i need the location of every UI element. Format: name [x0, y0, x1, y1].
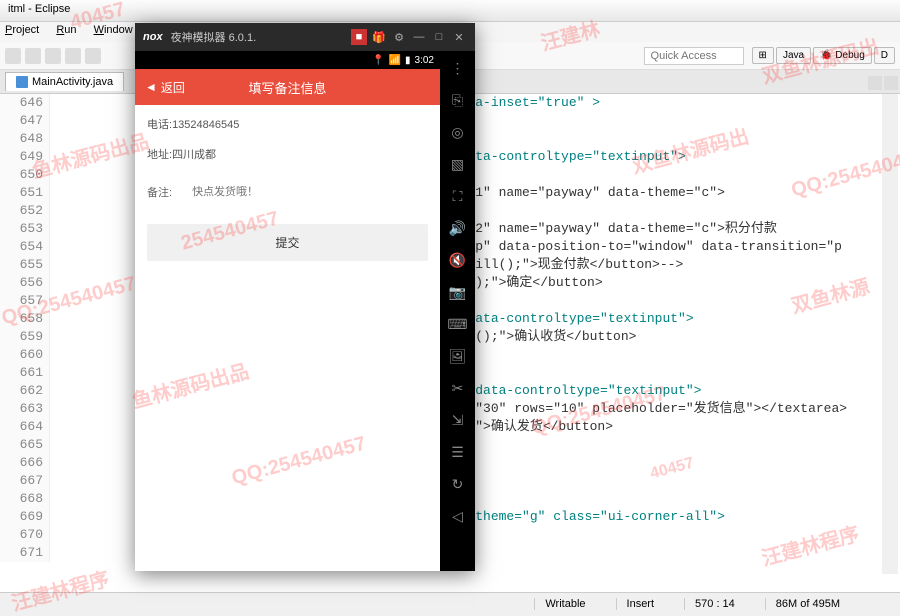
perspective-debug[interactable]: 🐞 Debug	[813, 47, 872, 64]
toolbar-icon[interactable]	[85, 48, 101, 64]
back-button[interactable]: ◄ 返回	[145, 79, 185, 96]
tab-label: MainActivity.java	[32, 76, 113, 88]
emulator-title: 夜神模拟器 6.0.1.	[171, 29, 257, 45]
phone-info: 电话:13524846545	[147, 117, 428, 135]
side-volume-icon[interactable]: 🔊	[449, 219, 467, 237]
status-insert: Insert	[616, 598, 655, 610]
status-bar: Writable Insert 570 : 14 86M of 495M	[0, 592, 900, 614]
side-more-icon[interactable]: ⋮	[449, 59, 467, 77]
side-keyboard-icon[interactable]: ⌨	[449, 315, 467, 333]
side-pad-icon[interactable]: ▧	[449, 155, 467, 173]
status-position: 570 : 14	[684, 598, 735, 610]
quick-access-input[interactable]	[644, 47, 744, 65]
submit-button[interactable]: 提交	[147, 224, 428, 261]
menu-window[interactable]: Window	[94, 24, 133, 36]
signal-icon: 📶	[389, 55, 401, 66]
window-title: itml - Eclipse	[8, 3, 70, 15]
address-info: 地址:四川成都	[147, 147, 428, 165]
tab-mainactivity[interactable]: MainActivity.java	[5, 72, 124, 91]
status-memory: 86M of 495M	[765, 598, 840, 610]
back-arrow-icon: ◄	[145, 80, 157, 94]
line-number-gutter: 6466476486496506516526536546556566576586…	[0, 94, 50, 562]
emulator-sidebar: ⋮ ⎘ ◎ ▧ ⛶ 🔊 🔇 📷 ⌨ 🖼 ✂ ⇲ ☰ ↻ ◁	[440, 51, 475, 571]
app-page-title: 填写备注信息	[248, 78, 326, 97]
editor-icon[interactable]	[868, 76, 882, 90]
toolbar-icon[interactable]	[25, 48, 41, 64]
side-back-icon[interactable]: ◁	[449, 507, 467, 525]
back-label: 返回	[161, 79, 185, 96]
perspective-d[interactable]: D	[874, 47, 895, 64]
side-mute-icon[interactable]: 🔇	[449, 251, 467, 269]
remark-input[interactable]	[192, 186, 428, 198]
perspective-java[interactable]: Java	[776, 47, 811, 64]
emu-record-icon[interactable]: ■	[351, 29, 367, 45]
emulator-title-bar[interactable]: nox 夜神模拟器 6.0.1. ■ 🎁 ⚙ — □ ✕	[135, 23, 475, 51]
eclipse-title-bar: itml - Eclipse	[0, 0, 900, 22]
android-status-bar: 📍 📶 ▮ 3:02	[135, 51, 440, 69]
side-expand-icon[interactable]: ⇲	[449, 411, 467, 429]
remark-label: 备注:	[147, 184, 172, 200]
battery-icon: ▮	[405, 55, 411, 66]
status-time: 3:02	[415, 55, 434, 66]
nox-emulator-window: nox 夜神模拟器 6.0.1. ■ 🎁 ⚙ — □ ✕ 📍 📶 ▮ 3:02 …	[135, 23, 475, 571]
emu-close-icon[interactable]: ✕	[451, 29, 467, 45]
toolbar-icon[interactable]	[65, 48, 81, 64]
side-list-icon[interactable]: ☰	[449, 443, 467, 461]
side-image-icon[interactable]: 🖼	[449, 347, 467, 365]
java-file-icon	[16, 76, 28, 88]
nox-logo: nox	[143, 31, 163, 43]
side-scissors-icon[interactable]: ✂	[449, 379, 467, 397]
emu-gear-icon[interactable]: ⚙	[391, 29, 407, 45]
location-icon: 📍	[372, 55, 384, 66]
menu-project[interactable]: PProjectroject	[5, 24, 39, 36]
phone-screen: 📍 📶 ▮ 3:02 ◄ 返回 填写备注信息 电话:13524846545 地址…	[135, 51, 440, 571]
menu-run[interactable]: Run	[56, 24, 76, 36]
toolbar-icon[interactable]	[45, 48, 61, 64]
perspective-icon[interactable]: ⊞	[752, 47, 774, 64]
side-rotate-icon[interactable]: ↻	[449, 475, 467, 493]
vertical-scrollbar[interactable]	[882, 94, 898, 574]
side-camera-icon[interactable]: 📷	[449, 283, 467, 301]
side-copy-icon[interactable]: ⎘	[449, 91, 467, 109]
side-location-icon[interactable]: ◎	[449, 123, 467, 141]
emu-maximize-icon[interactable]: □	[431, 29, 447, 45]
remark-row: 备注:	[147, 178, 428, 206]
app-content: 电话:13524846545 地址:四川成都 备注: 提交	[135, 105, 440, 273]
toolbar-icon[interactable]	[5, 48, 21, 64]
emu-minimize-icon[interactable]: —	[411, 29, 427, 45]
editor-icon[interactable]	[884, 76, 898, 90]
status-writable: Writable	[534, 598, 585, 610]
editor-toolbar-right	[868, 76, 898, 90]
emu-gift-icon[interactable]: 🎁	[371, 29, 387, 45]
side-fullscreen-icon[interactable]: ⛶	[449, 187, 467, 205]
app-header: ◄ 返回 填写备注信息	[135, 69, 440, 105]
